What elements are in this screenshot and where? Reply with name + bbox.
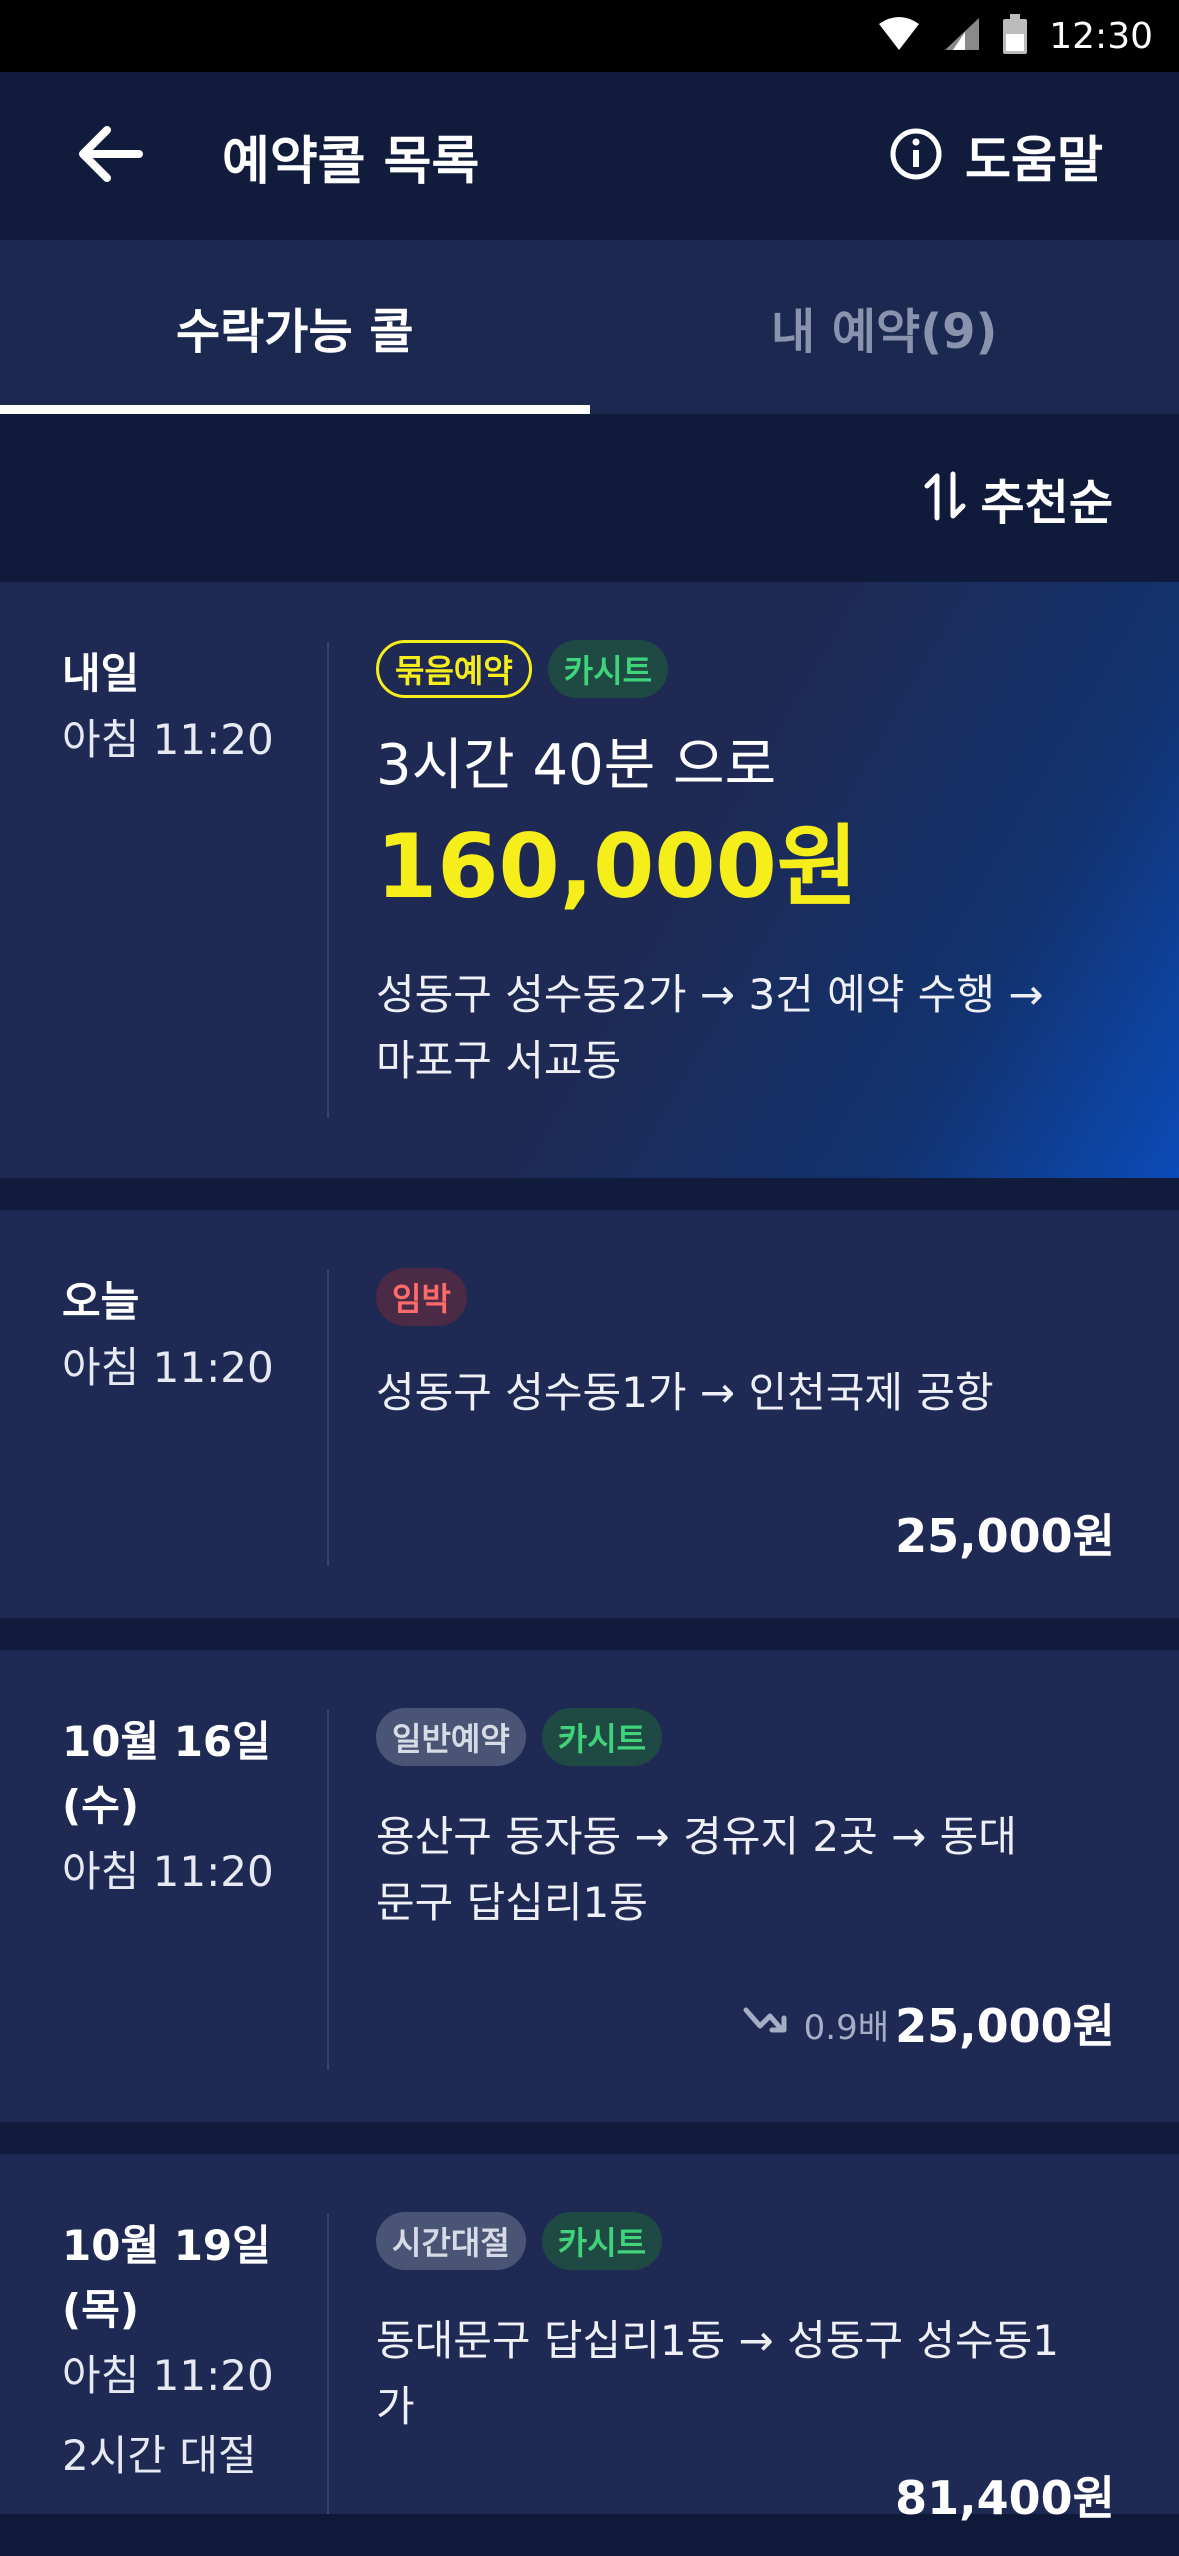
route-line: 성동구 성수동2가 → 3건 예약 수행 → (376, 970, 1044, 1019)
card-divider (327, 642, 329, 1118)
tab-active-indicator (0, 405, 590, 414)
card-route: 성동구 성수동2가 → 3건 예약 수행 → 마포구 서교동 (376, 962, 1115, 1094)
page-title: 예약콜 목록 (222, 131, 480, 192)
card-divider (327, 1710, 329, 2070)
card-separator (0, 1618, 1179, 1650)
help-label: 도움말 (965, 131, 1103, 189)
card-weekday: (목) (62, 2285, 140, 2334)
arrow-left-icon (77, 126, 143, 186)
route-line: 마포구 서교동 (376, 1036, 622, 1085)
status-time: 12:30 (1049, 15, 1153, 57)
card-day: 10월 16일 (62, 1717, 271, 1766)
sort-label: 추천순 (980, 475, 1113, 531)
card-time: 아침 11:20 (62, 715, 274, 764)
tab-available-calls[interactable]: 수락가능 콜 (0, 240, 590, 414)
route-line: 용산구 동자동 → 경유지 2곳 → 동대 (376, 1812, 1017, 1861)
back-button[interactable] (74, 120, 146, 192)
help-button[interactable]: 도움말 (889, 120, 1103, 192)
route-line: 성동구 성수동1가 → 인천국제 공항 (376, 1368, 994, 1417)
price-multiplier: 0.9배 (742, 2000, 889, 2049)
badge-regular: 일반예약 (376, 1708, 526, 1766)
card-price: 25,000원 (895, 1999, 1115, 2053)
card-price: 25,000원 (895, 1509, 1115, 1563)
card-duration: 3시간 40분 으로 (376, 733, 777, 798)
card-rental-duration: 2시간 대절 (62, 2431, 257, 2480)
info-icon (889, 127, 943, 185)
card-route: 용산구 동자동 → 경유지 2곳 → 동대 문구 답십리1동 (376, 1804, 1115, 1936)
card-day: 오늘 (62, 1277, 140, 1326)
route-line: 동대문구 답십리1동 → 성동구 성수동1 (376, 2316, 1059, 2365)
card-separator (0, 2122, 1179, 2154)
card-divider (327, 1270, 329, 1566)
card-price: 160,000원 (376, 815, 858, 918)
multiplier-value: 0.9배 (803, 2008, 889, 2048)
badge-car-seat: 카시트 (541, 1708, 663, 1766)
card-divider (327, 2214, 329, 2514)
tab-label: 수락가능 콜 (175, 304, 414, 360)
cellular-signal-icon (943, 16, 981, 56)
card-day: 10월 19일 (62, 2221, 271, 2270)
route-line: 문구 답십리1동 (376, 1878, 648, 1927)
battery-icon (1003, 14, 1028, 58)
card-time: 아침 11:20 (62, 2351, 274, 2400)
card-time: 아침 11:20 (62, 1847, 274, 1896)
card-weekday: (수) (62, 1781, 140, 1830)
status-bar: 12:30 (0, 0, 1179, 72)
reservation-card[interactable]: 오늘 아침 11:20 임박 성동구 성수동1가 → 인천국제 공항 25,00… (0, 1210, 1179, 1618)
tab-bar: 수락가능 콜 내 예약(9) (0, 240, 1179, 414)
tab-label: 내 예약(9) (771, 304, 998, 360)
card-route: 동대문구 답십리1동 → 성동구 성수동1 가 (376, 2308, 1115, 2440)
badge-car-seat: 카시트 (547, 640, 669, 698)
reservation-card[interactable]: 내일 아침 11:20 묶음예약 카시트 3시간 40분 으로 160,000원… (0, 582, 1179, 1178)
reservation-card[interactable]: 10월 19일 (목) 아침 11:20 2시간 대절 시간대절 카시트 동대문… (0, 2154, 1179, 2525)
badge-bundle: 묶음예약 (376, 640, 532, 698)
wifi-icon (877, 16, 921, 56)
app-bar: 예약콜 목록 도움말 (0, 72, 1179, 240)
badge-time-rental: 시간대절 (376, 2212, 526, 2270)
card-separator (0, 1178, 1179, 1210)
card-price: 81,400원 (895, 2471, 1115, 2525)
sort-bar: 추천순 (0, 414, 1179, 582)
sort-button[interactable]: 추천순 (923, 463, 1113, 533)
trend-down-icon (742, 2004, 794, 2045)
tab-my-reservations[interactable]: 내 예약(9) (590, 240, 1179, 414)
route-line: 가 (376, 2382, 415, 2431)
reservation-card[interactable]: 10월 16일 (수) 아침 11:20 일반예약 카시트 용산구 동자동 → … (0, 1650, 1179, 2122)
card-time: 아침 11:20 (62, 1343, 274, 1392)
badge-car-seat: 카시트 (541, 2212, 663, 2270)
sort-arrows-icon (923, 470, 967, 526)
card-route: 성동구 성수동1가 → 인천국제 공항 (376, 1360, 1115, 1426)
card-day: 내일 (62, 649, 140, 698)
badge-urgent: 임박 (376, 1268, 467, 1326)
